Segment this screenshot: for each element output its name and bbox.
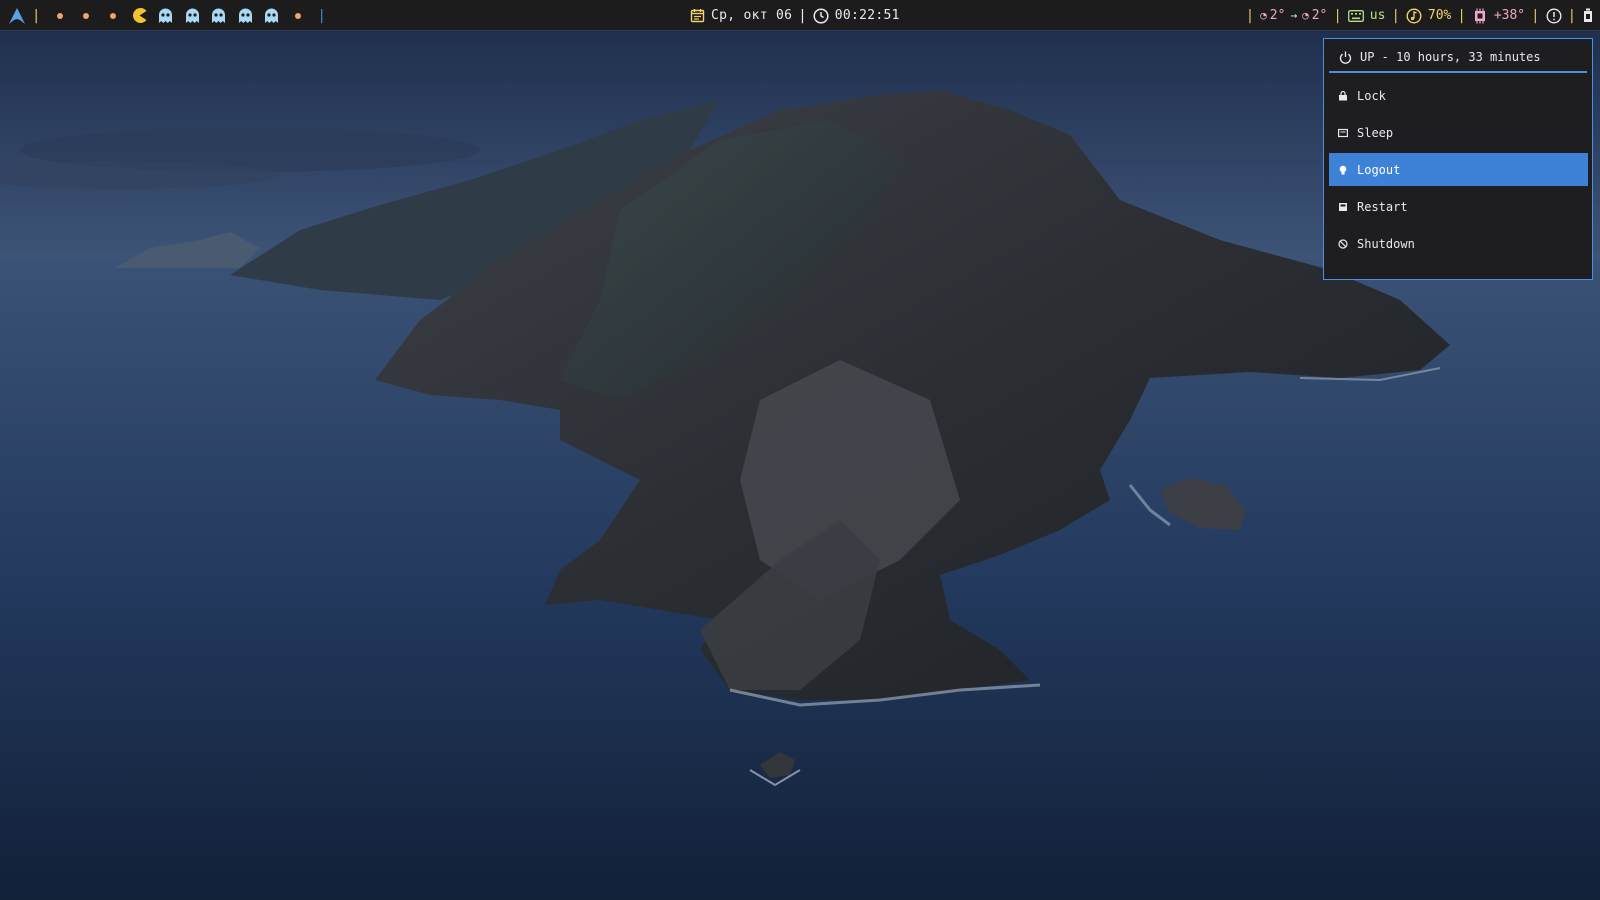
separator: | — [1567, 7, 1576, 24]
workspace-4[interactable] — [126, 0, 153, 31]
weather-widget[interactable]: ◔ 2° → ◔ 2° — [1260, 8, 1327, 23]
keyboard-layout-widget[interactable]: us — [1347, 8, 1386, 23]
workspace-5[interactable] — [152, 0, 179, 31]
cpu-icon — [1472, 8, 1488, 24]
separator: | — [1333, 7, 1342, 24]
menu-item-label: Sleep — [1357, 125, 1394, 140]
clock-icon — [813, 7, 829, 24]
workspace-list — [46, 0, 311, 31]
menu-item-shutdown[interactable]: Shutdown — [1329, 227, 1588, 260]
workspace-8[interactable] — [232, 0, 259, 31]
date-widget[interactable]: Ср, окт 06 — [690, 8, 792, 23]
ghost-icon — [211, 8, 226, 24]
arch-linux-icon[interactable] — [8, 7, 26, 25]
cpu-temp-widget[interactable]: +38° — [1472, 8, 1525, 24]
workspace-6[interactable] — [179, 0, 206, 31]
separator: | — [1391, 7, 1400, 24]
menu-item-label: Lock — [1357, 88, 1386, 103]
weather-arrow: → — [1290, 9, 1298, 22]
calendar-icon — [690, 8, 705, 23]
workspace-1[interactable] — [46, 0, 73, 31]
dot-icon — [295, 12, 302, 19]
restart-icon — [1338, 202, 1348, 212]
topbar-right: | ◔ 2° → ◔ 2° | us | 70% | +38° | | — [1240, 0, 1594, 31]
menu-item-sleep[interactable]: Sleep — [1329, 116, 1588, 149]
ghost-icon — [264, 8, 279, 24]
power-menu-icon[interactable] — [1582, 8, 1594, 23]
workspace-2[interactable] — [73, 0, 100, 31]
uptime-text: UP - 10 hours, 33 minutes — [1360, 50, 1541, 64]
info-icon[interactable] — [1546, 7, 1562, 24]
weather-from-text: 2° — [1269, 8, 1286, 23]
dot-icon — [83, 12, 90, 19]
power-icon — [1339, 51, 1352, 64]
workspace-3[interactable] — [99, 0, 126, 31]
pacman-icon — [131, 7, 148, 24]
workspace-10[interactable] — [285, 0, 312, 31]
power-menu: UP - 10 hours, 33 minutes Lock Sleep Log… — [1323, 38, 1593, 280]
menu-item-label: Shutdown — [1357, 236, 1415, 251]
workspace-9[interactable] — [258, 0, 285, 31]
workspace-7[interactable] — [205, 0, 232, 31]
weather-to-text: 2° — [1311, 8, 1328, 23]
keyboard-layout-text: us — [1369, 8, 1386, 23]
menu-item-label: Logout — [1357, 162, 1401, 177]
shutdown-icon — [1338, 238, 1348, 249]
ghost-icon — [158, 8, 173, 24]
menu-item-logout[interactable]: Logout — [1329, 153, 1588, 186]
temperature-icon: ◔ — [1302, 9, 1309, 22]
logout-icon — [1338, 165, 1348, 175]
menu-item-restart[interactable]: Restart — [1329, 190, 1588, 223]
dot-icon — [56, 12, 63, 19]
sleep-icon — [1338, 128, 1348, 138]
dot-icon — [109, 12, 116, 19]
power-menu-header: UP - 10 hours, 33 minutes — [1329, 43, 1587, 73]
topbar-left: | | — [8, 0, 332, 31]
date-text: Ср, окт 06 — [711, 8, 793, 23]
ghost-icon — [185, 8, 200, 24]
menu-item-lock[interactable]: Lock — [1329, 79, 1588, 112]
separator: | — [317, 7, 326, 24]
lock-icon — [1338, 90, 1348, 101]
separator: | — [1531, 7, 1540, 24]
top-bar: | | Ср, окт 06 | 00:22:51 | ◔ 2° → ◔ 2° … — [0, 0, 1600, 31]
time-text: 00:22:51 — [834, 8, 900, 23]
separator: | — [1245, 7, 1255, 24]
clock-widget[interactable]: 00:22:51 — [813, 7, 900, 24]
topbar-center: Ср, окт 06 | 00:22:51 — [690, 0, 900, 31]
separator: | — [32, 7, 41, 24]
keyboard-icon — [1347, 9, 1364, 22]
music-icon — [1406, 7, 1422, 24]
volume-text: 70% — [1427, 8, 1452, 23]
menu-item-label: Restart — [1357, 199, 1408, 214]
separator: | — [1457, 7, 1466, 24]
separator: | — [798, 7, 807, 24]
volume-widget[interactable]: 70% — [1406, 7, 1452, 24]
temperature-icon: ◔ — [1260, 9, 1267, 22]
ghost-icon — [238, 8, 253, 24]
cpu-temp-text: +38° — [1493, 8, 1526, 23]
